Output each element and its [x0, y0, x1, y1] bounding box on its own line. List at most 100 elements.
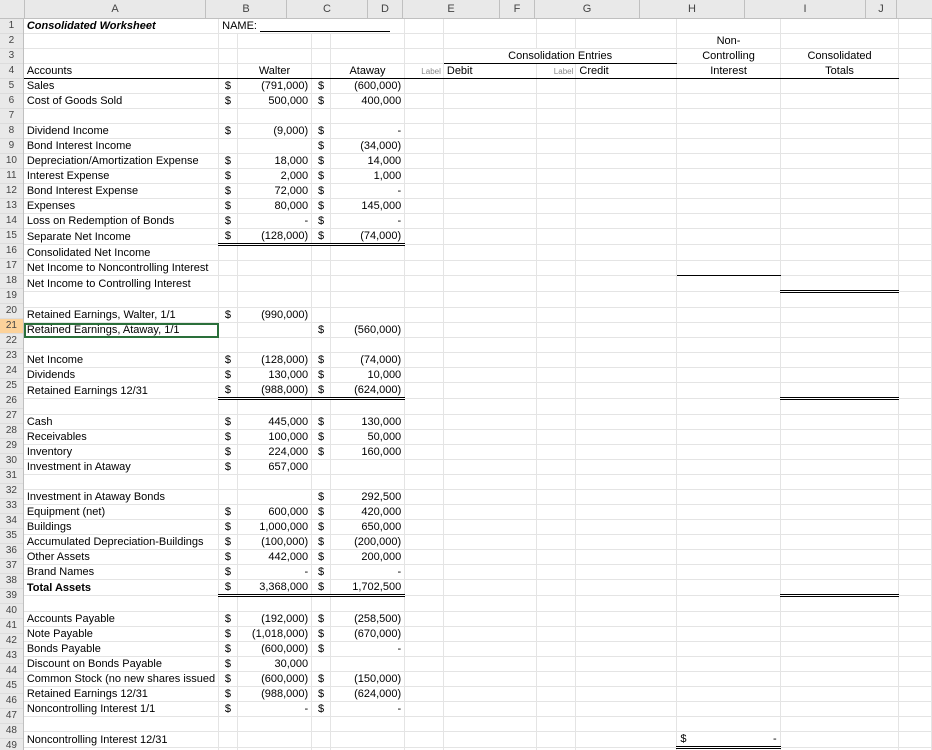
credit-value[interactable]	[576, 475, 677, 490]
totals-value[interactable]	[780, 490, 899, 505]
debit-value[interactable]	[443, 475, 537, 490]
label-cell[interactable]	[405, 520, 444, 535]
walter-value[interactable]: 80,000	[237, 199, 311, 214]
ataway-value[interactable]	[330, 109, 404, 124]
totals-value[interactable]	[780, 702, 899, 717]
row-header-31[interactable]: 31	[0, 469, 23, 484]
nci-value[interactable]	[677, 276, 780, 292]
debit-value[interactable]	[443, 154, 537, 169]
label-cell[interactable]	[537, 184, 576, 199]
ataway-value[interactable]: 130,000	[330, 415, 404, 430]
account-label[interactable]: Discount on Bonds Payable	[24, 657, 219, 672]
credit-value[interactable]	[576, 642, 677, 657]
row-header-41[interactable]: 41	[0, 619, 23, 634]
nci-value[interactable]	[677, 292, 780, 308]
ataway-value[interactable]: -	[330, 642, 404, 657]
walter-value[interactable]	[237, 276, 311, 292]
grid-area[interactable]: Consolidated WorksheetNAME: Non-Consolid…	[24, 19, 932, 750]
credit-value[interactable]	[576, 79, 677, 94]
account-label[interactable]: Retained Earnings 12/31	[24, 687, 219, 702]
totals-value[interactable]	[780, 353, 899, 368]
col-header-c[interactable]: C	[287, 0, 368, 18]
account-label[interactable]: Bonds Payable	[24, 642, 219, 657]
label-cell[interactable]	[537, 169, 576, 184]
label-cell[interactable]	[537, 580, 576, 596]
nci-value[interactable]	[677, 490, 780, 505]
label-cell[interactable]	[537, 687, 576, 702]
col-header-h[interactable]: H	[640, 0, 745, 18]
walter-value[interactable]	[237, 732, 311, 748]
ataway-value[interactable]: (74,000)	[330, 353, 404, 368]
totals-value[interactable]	[780, 308, 899, 323]
label-cell[interactable]	[537, 612, 576, 627]
nci-value[interactable]	[677, 430, 780, 445]
nci-value[interactable]	[677, 445, 780, 460]
walter-value[interactable]: 500,000	[237, 94, 311, 109]
debit-value[interactable]	[443, 460, 537, 475]
account-label[interactable]: Interest Expense	[24, 169, 219, 184]
nci-value[interactable]	[677, 308, 780, 323]
walter-value[interactable]	[237, 338, 311, 353]
label-cell[interactable]	[537, 229, 576, 245]
account-label[interactable]	[24, 338, 219, 353]
walter-value[interactable]	[237, 399, 311, 415]
walter-value[interactable]	[237, 490, 311, 505]
label-cell[interactable]	[405, 505, 444, 520]
credit-value[interactable]	[576, 702, 677, 717]
row-header-46[interactable]: 46	[0, 694, 23, 709]
ataway-value[interactable]	[330, 460, 404, 475]
account-label[interactable]: Loss on Redemption of Bonds	[24, 214, 219, 229]
label-cell[interactable]	[537, 430, 576, 445]
label-cell[interactable]	[537, 154, 576, 169]
ataway-value[interactable]: 400,000	[330, 94, 404, 109]
label-cell[interactable]	[405, 687, 444, 702]
ataway-value[interactable]: 200,000	[330, 550, 404, 565]
nci-value[interactable]	[677, 565, 780, 580]
ataway-value[interactable]: (600,000)	[330, 79, 404, 94]
label-cell[interactable]	[405, 214, 444, 229]
credit-value[interactable]	[576, 535, 677, 550]
col-header-j[interactable]: J	[866, 0, 897, 18]
credit-value[interactable]	[576, 368, 677, 383]
label-cell[interactable]	[537, 505, 576, 520]
debit-value[interactable]	[443, 702, 537, 717]
ataway-value[interactable]	[330, 292, 404, 308]
col-header-f[interactable]: F	[500, 0, 535, 18]
ataway-value[interactable]: (150,000)	[330, 672, 404, 687]
nci-value[interactable]	[677, 124, 780, 139]
totals-value[interactable]	[780, 505, 899, 520]
walter-value[interactable]: (988,000)	[237, 383, 311, 399]
walter-value[interactable]: 18,000	[237, 154, 311, 169]
ataway-value[interactable]	[330, 261, 404, 276]
nci-value[interactable]	[677, 596, 780, 612]
label-cell[interactable]	[537, 399, 576, 415]
label-cell[interactable]	[537, 94, 576, 109]
debit-value[interactable]	[443, 490, 537, 505]
row-header-6[interactable]: 6	[0, 94, 23, 109]
walter-value[interactable]: 1,000,000	[237, 520, 311, 535]
walter-value[interactable]	[237, 475, 311, 490]
ataway-value[interactable]	[330, 596, 404, 612]
row-header-24[interactable]: 24	[0, 364, 23, 379]
walter-value[interactable]	[237, 245, 311, 261]
credit-value[interactable]	[576, 596, 677, 612]
label-cell[interactable]	[405, 245, 444, 261]
walter-value[interactable]	[237, 717, 311, 732]
row-header-11[interactable]: 11	[0, 169, 23, 184]
nci-value[interactable]	[677, 550, 780, 565]
credit-value[interactable]	[576, 154, 677, 169]
debit-value[interactable]	[443, 732, 537, 748]
account-label[interactable]: Depreciation/Amortization Expense	[24, 154, 219, 169]
walter-value[interactable]: 600,000	[237, 505, 311, 520]
debit-value[interactable]	[443, 657, 537, 672]
ataway-value[interactable]: 160,000	[330, 445, 404, 460]
account-label[interactable]: Accumulated Depreciation-Buildings	[24, 535, 219, 550]
label-cell[interactable]	[405, 702, 444, 717]
nci-value[interactable]	[677, 580, 780, 596]
account-label[interactable]: Bond Interest Expense	[24, 184, 219, 199]
nci-value[interactable]	[677, 338, 780, 353]
debit-value[interactable]	[443, 199, 537, 214]
account-label[interactable]	[24, 717, 219, 732]
totals-value[interactable]	[780, 520, 899, 535]
label-cell[interactable]	[405, 672, 444, 687]
